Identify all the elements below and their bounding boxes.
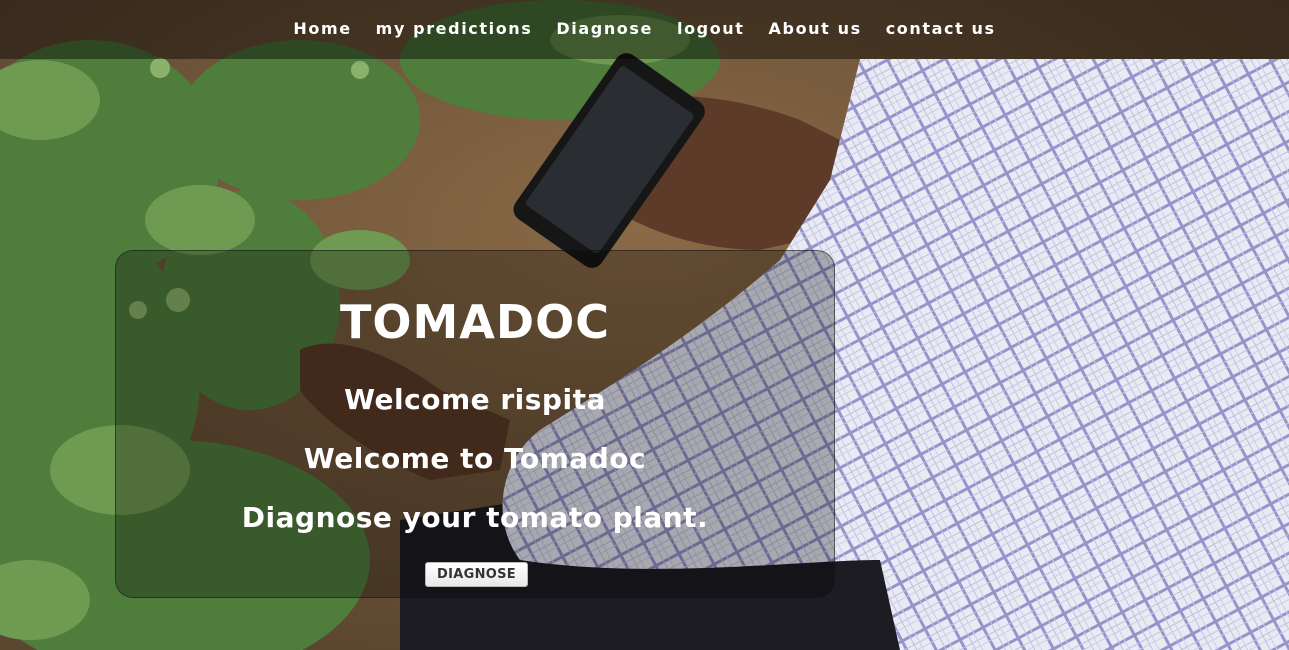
nav-link-my-predictions[interactable]: my predictions bbox=[364, 19, 545, 38]
nav-link-about-us[interactable]: About us bbox=[757, 19, 874, 38]
welcome-user-text: Welcome rispita bbox=[344, 383, 606, 416]
nav-list: Home my predictions Diagnose logout Abou… bbox=[281, 19, 1007, 38]
hero-title: TOMADOC bbox=[340, 295, 610, 349]
hero-card: TOMADOC Welcome rispita Welcome to Tomad… bbox=[115, 250, 835, 598]
nav-link-diagnose[interactable]: Diagnose bbox=[544, 19, 665, 38]
welcome-app-text: Welcome to Tomadoc bbox=[303, 442, 647, 475]
nav-link-logout[interactable]: logout bbox=[665, 19, 757, 38]
top-navbar: Home my predictions Diagnose logout Abou… bbox=[0, 0, 1289, 59]
page: Home my predictions Diagnose logout Abou… bbox=[0, 0, 1289, 650]
nav-link-contact-us[interactable]: contact us bbox=[874, 19, 1008, 38]
diagnose-button[interactable]: DIAGNOSE bbox=[425, 562, 528, 587]
tagline-text: Diagnose your tomato plant. bbox=[241, 501, 709, 534]
nav-link-home[interactable]: Home bbox=[281, 19, 363, 38]
